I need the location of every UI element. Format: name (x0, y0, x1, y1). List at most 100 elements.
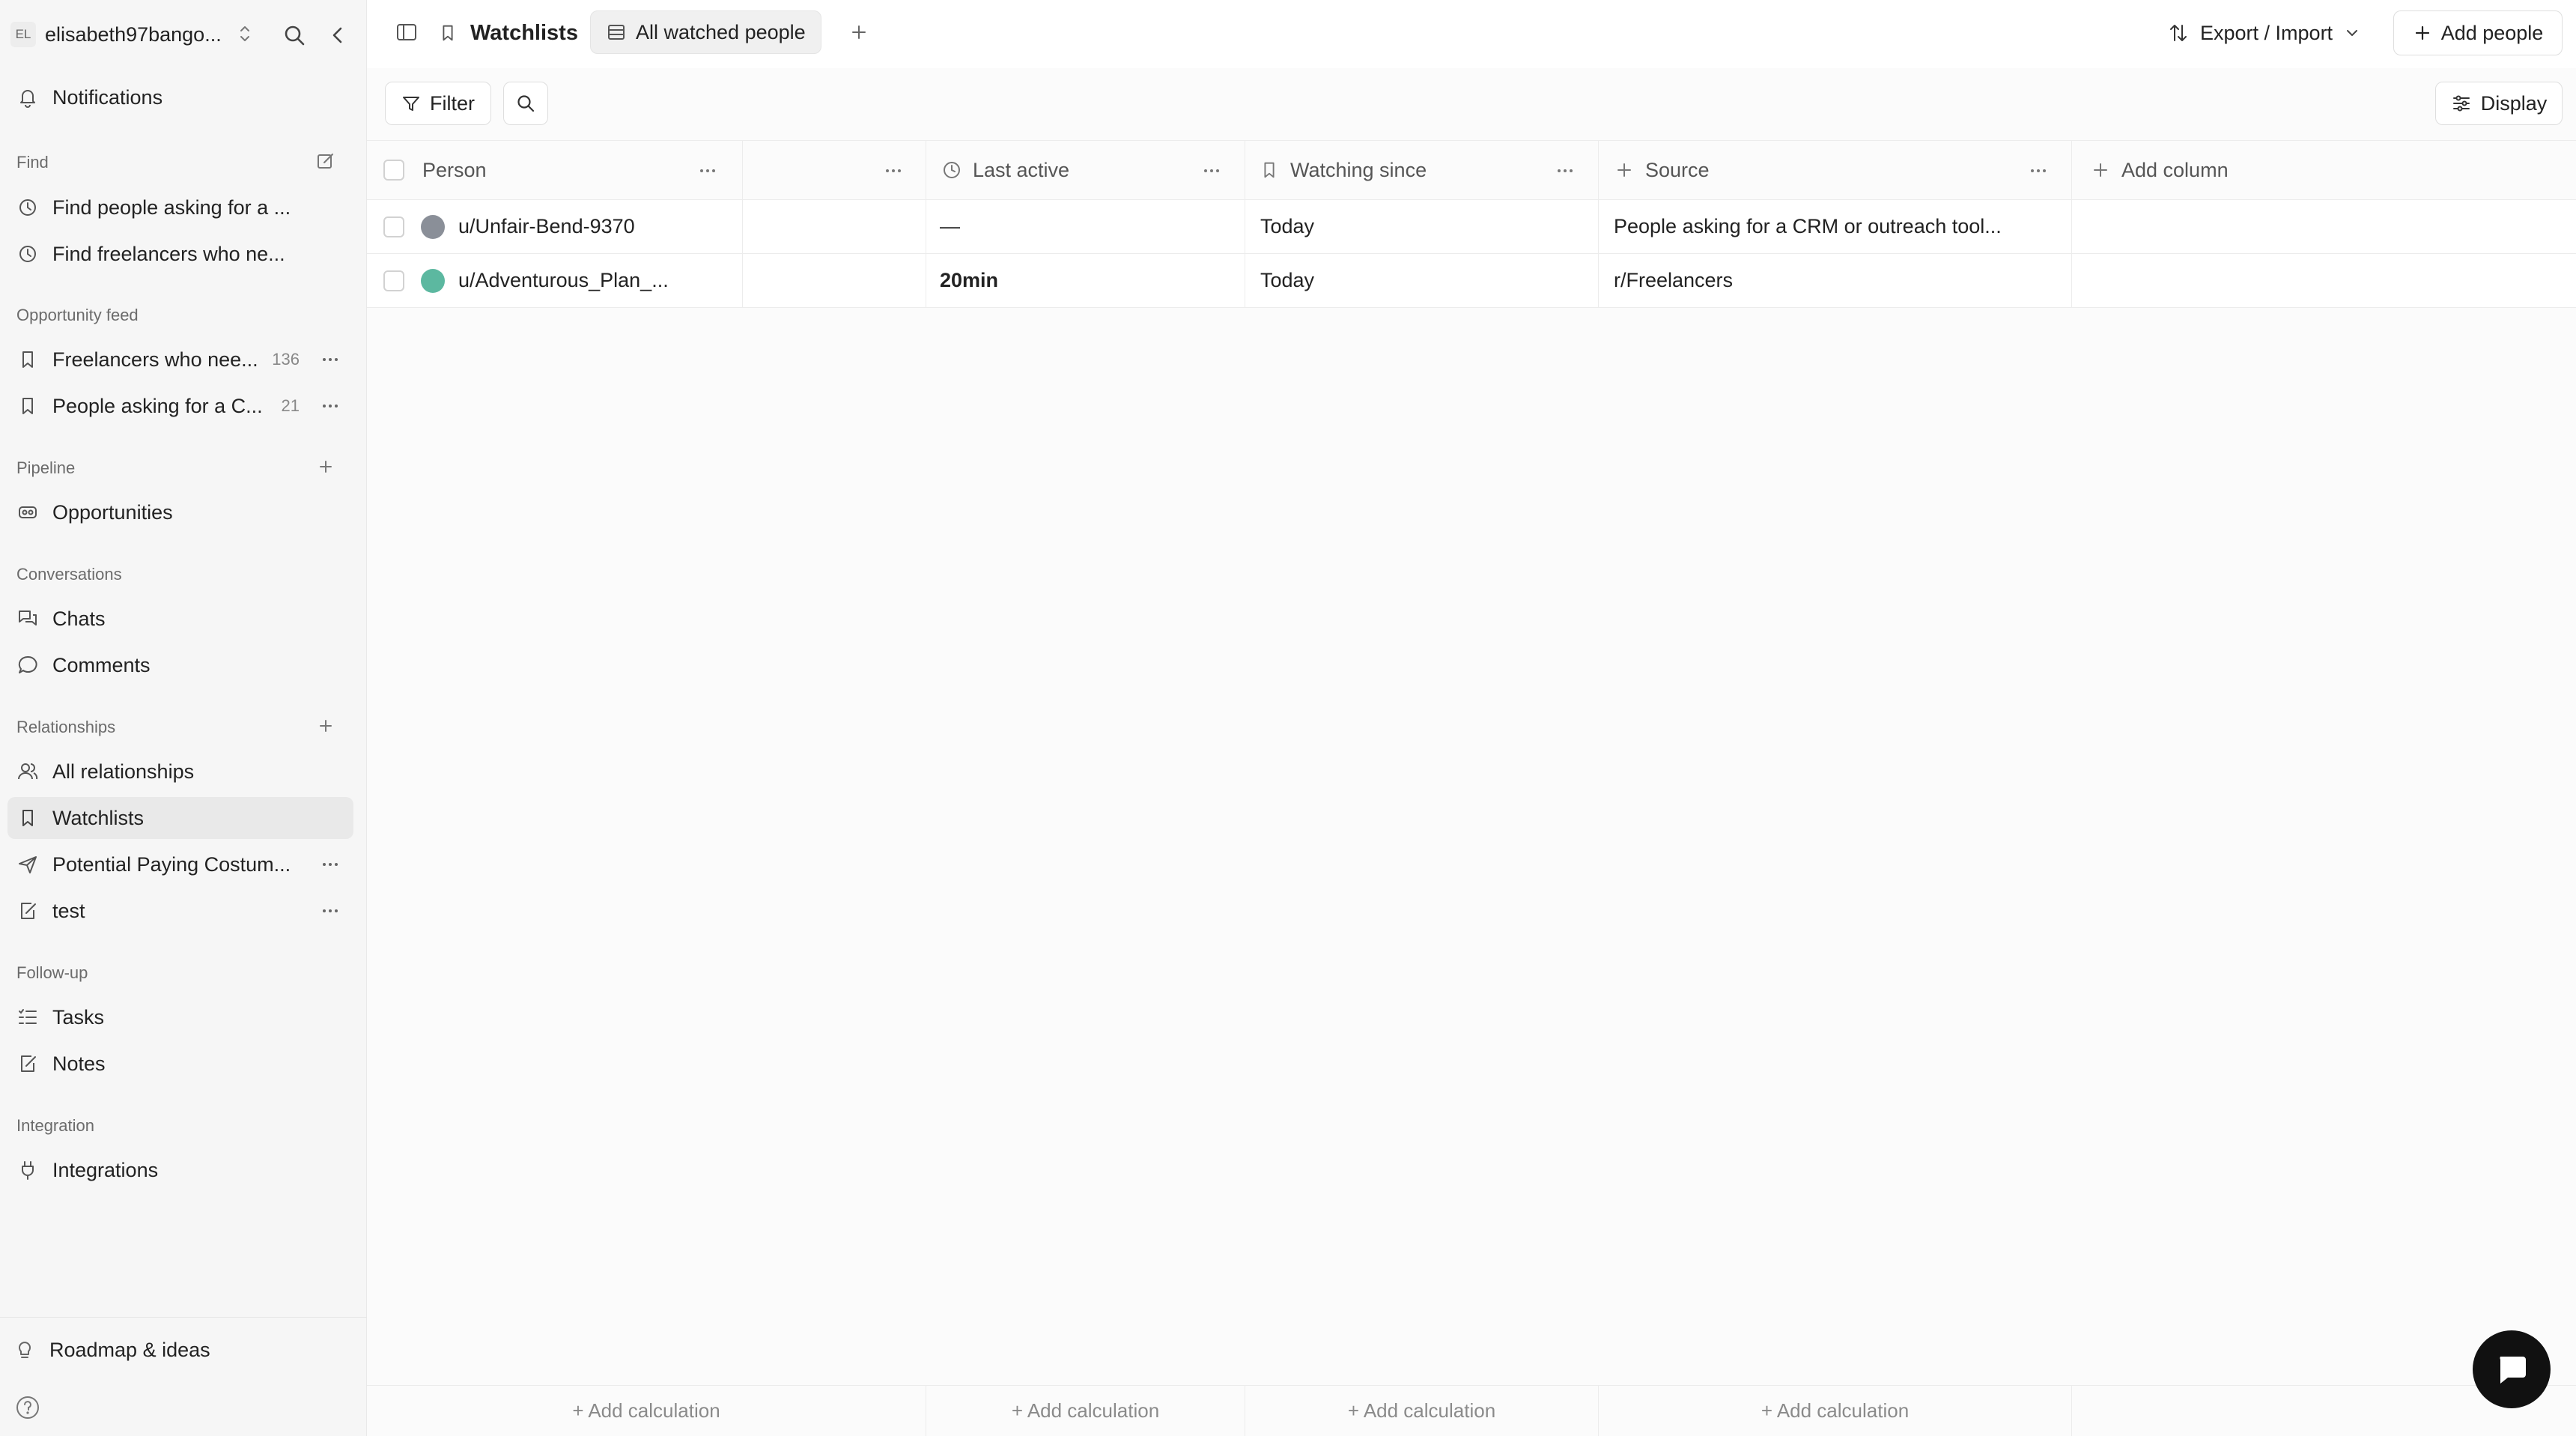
help-icon[interactable] (15, 1395, 40, 1420)
avatar (421, 268, 445, 293)
more-horizontal-icon[interactable] (319, 900, 341, 922)
cell-person[interactable]: u/Adventurous_Plan_... (367, 254, 743, 307)
chevron-up-down-icon[interactable] (235, 22, 255, 45)
column-source[interactable]: Source (1599, 141, 2072, 199)
source-value: r/Freelancers (1614, 269, 1734, 291)
sidebar-item-notes[interactable]: Notes (7, 1043, 353, 1085)
bookmark-icon (16, 807, 39, 829)
cell-add-column (2072, 200, 2576, 253)
avatar (421, 214, 445, 239)
more-horizontal-icon[interactable] (2027, 160, 2050, 182)
add-calculation-button[interactable]: + Add calculation (1245, 1386, 1599, 1436)
users-icon (16, 760, 39, 783)
chevron-down-icon (2343, 24, 2361, 42)
person-name: u/Adventurous_Plan_... (458, 269, 669, 291)
row-checkbox[interactable] (383, 216, 404, 237)
more-horizontal-icon[interactable] (1554, 160, 1576, 182)
select-all-checkbox[interactable] (383, 160, 404, 181)
cell-source[interactable]: People asking for a CRM or outreach tool… (1599, 200, 2072, 253)
cell-last-active[interactable]: — (926, 200, 1245, 253)
tab-label: All watched people (636, 20, 806, 43)
section-label-pipeline: Pipeline (16, 458, 76, 477)
column-last-active[interactable]: Last active (926, 141, 1245, 199)
toggle-sidebar-icon[interactable] (394, 19, 419, 45)
add-people-label: Add people (2440, 21, 2544, 44)
workspace-switcher[interactable]: EL elisabeth97bango... (10, 16, 222, 52)
sidebar-item-potential-paying[interactable]: Potential Paying Costum... (7, 843, 353, 885)
sidebar-item-watchlists[interactable]: Watchlists (7, 797, 353, 839)
add-column-button[interactable]: Add column (2072, 141, 2576, 199)
add-calculation-button[interactable]: + Add calculation (926, 1386, 1245, 1436)
cell-watching-since[interactable]: Today (1245, 200, 1599, 253)
add-calculation-button[interactable]: + Add calculation (367, 1386, 926, 1436)
add-view-icon[interactable] (846, 19, 872, 45)
display-button[interactable]: Display (2435, 82, 2563, 125)
breadcrumb[interactable]: Watchlists (437, 13, 578, 52)
new-search-icon[interactable] (315, 150, 337, 172)
sidebar-item-label: test (52, 899, 85, 922)
search-icon[interactable] (282, 22, 307, 48)
more-horizontal-icon[interactable] (1200, 160, 1223, 182)
add-calculation-button[interactable]: + Add calculation (1599, 1386, 2072, 1436)
sidebar-item-notifications[interactable]: Notifications (7, 76, 353, 118)
more-horizontal-icon[interactable] (319, 348, 341, 371)
more-horizontal-icon[interactable] (696, 160, 719, 182)
cell-last-active[interactable]: 20min (926, 254, 1245, 307)
sidebar-item-label: People asking for a C... (52, 394, 263, 417)
sidebar-item-find-people[interactable]: Find people asking for a ... (7, 187, 353, 228)
tab-all-watched-people[interactable]: All watched people (590, 10, 821, 54)
sidebar-item-all-relationships[interactable]: All relationships (7, 751, 353, 793)
table-row[interactable]: u/Unfair-Bend-9370 — Today People asking… (367, 200, 2576, 254)
chat-support-button[interactable] (2473, 1330, 2551, 1408)
more-horizontal-icon[interactable] (882, 160, 905, 182)
sidebar-item-chats[interactable]: Chats (7, 598, 353, 640)
row-checkbox[interactable] (383, 270, 404, 291)
plus-icon (2413, 23, 2432, 43)
section-label-find: Find (16, 153, 49, 172)
filter-button[interactable]: Filter (385, 82, 491, 125)
export-import-button[interactable]: Export / Import (2167, 12, 2361, 54)
note-edit-icon (16, 1052, 39, 1075)
sidebar-item-label: Chats (52, 607, 106, 630)
column-person[interactable]: Person (367, 141, 743, 199)
sidebar-item-comments[interactable]: Comments (7, 644, 353, 686)
column-label: Source (1645, 158, 1710, 181)
column-watching-since[interactable]: Watching since (1245, 141, 1599, 199)
section-label-followup: Follow-up (16, 963, 88, 982)
add-icon[interactable] (315, 455, 337, 478)
cell-empty[interactable] (743, 200, 926, 253)
sidebar-item-opportunities[interactable]: Opportunities (7, 491, 353, 533)
collapse-sidebar-icon[interactable] (326, 22, 349, 48)
sidebar: EL elisabeth97bango... Notifications Fin… (0, 0, 367, 1436)
item-count: 21 (281, 396, 300, 415)
clock-icon (941, 160, 962, 181)
roadmap-link[interactable]: Roadmap & ideas (4, 1329, 350, 1371)
add-people-button[interactable]: Add people (2393, 10, 2563, 55)
table-row[interactable]: u/Adventurous_Plan_... 20min Today r/Fre… (367, 254, 2576, 308)
person-name: u/Unfair-Bend-9370 (458, 215, 635, 237)
roadmap-label: Roadmap & ideas (49, 1338, 210, 1361)
sidebar-item-feed-freelancers[interactable]: Freelancers who nee... 136 (7, 339, 353, 381)
cell-add-column (2072, 254, 2576, 307)
sidebar-item-feed-crm[interactable]: People asking for a C... 21 (7, 385, 353, 427)
table-icon (606, 22, 627, 43)
sort-arrows-icon (2167, 22, 2190, 44)
sidebar-item-label: Potential Paying Costum... (52, 852, 291, 876)
add-icon[interactable] (315, 715, 337, 737)
column-unnamed[interactable] (743, 141, 926, 199)
more-horizontal-icon[interactable] (319, 395, 341, 417)
table-search-button[interactable] (503, 82, 548, 125)
sidebar-item-tasks[interactable]: Tasks (7, 996, 353, 1038)
sidebar-item-integrations[interactable]: Integrations (7, 1149, 353, 1191)
cell-empty[interactable] (743, 254, 926, 307)
history-icon (16, 243, 39, 265)
bookmark-icon (1259, 160, 1280, 181)
cell-watching-since[interactable]: Today (1245, 254, 1599, 307)
more-horizontal-icon[interactable] (319, 853, 341, 876)
cell-person[interactable]: u/Unfair-Bend-9370 (367, 200, 743, 253)
section-label-conversations: Conversations (16, 565, 122, 584)
sidebar-item-find-freelancers[interactable]: Find freelancers who ne... (7, 233, 353, 275)
sidebar-item-test[interactable]: test (7, 890, 353, 932)
watching-since-value: Today (1260, 215, 1315, 237)
cell-source[interactable]: r/Freelancers (1599, 254, 2072, 307)
